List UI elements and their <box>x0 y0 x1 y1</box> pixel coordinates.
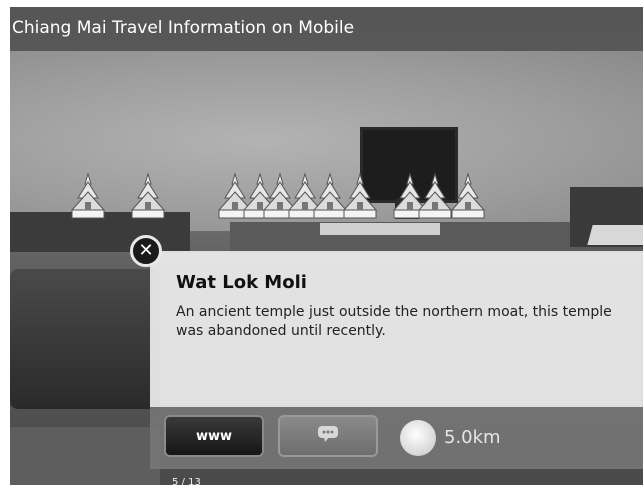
camera-keyboard <box>320 223 440 235</box>
title-bar: Chiang Mai Travel Information on Mobile <box>10 7 643 51</box>
app-frame: Chiang Mai Travel Information on Mobile … <box>0 0 643 485</box>
app-title: Chiang Mai Travel Information on Mobile <box>12 18 355 38</box>
poi-title: Wat Lok Moli <box>176 272 307 293</box>
poi-description: An ancient temple just outside the north… <box>176 304 612 339</box>
poi-action-bar: www 5.0km <box>150 407 643 469</box>
temple-marker-icon[interactable] <box>448 172 488 220</box>
camera-chair <box>10 269 160 409</box>
temple-marker-icon[interactable] <box>340 172 380 220</box>
poi-popup-card: Wat Lok Moli An ancient temple just outs… <box>150 251 643 485</box>
close-icon[interactable]: ✕ <box>130 235 162 267</box>
distance-text: 5.0km <box>444 427 501 448</box>
compass-icon <box>400 420 436 456</box>
www-button[interactable]: www <box>166 417 262 455</box>
speech-bubble-icon <box>317 425 339 447</box>
temple-marker-icon[interactable] <box>128 172 168 220</box>
camera-view: Chiang Mai Travel Information on Mobile … <box>10 7 643 485</box>
www-button-label: www <box>195 428 233 444</box>
poi-info-panel: Wat Lok Moli An ancient temple just outs… <box>150 251 643 407</box>
page-indicator: 5 / 13 <box>172 477 201 485</box>
temple-marker-icon[interactable] <box>68 172 108 220</box>
camera-floor-object <box>10 427 160 485</box>
camera-papers <box>587 225 643 245</box>
comment-button[interactable] <box>280 417 376 455</box>
